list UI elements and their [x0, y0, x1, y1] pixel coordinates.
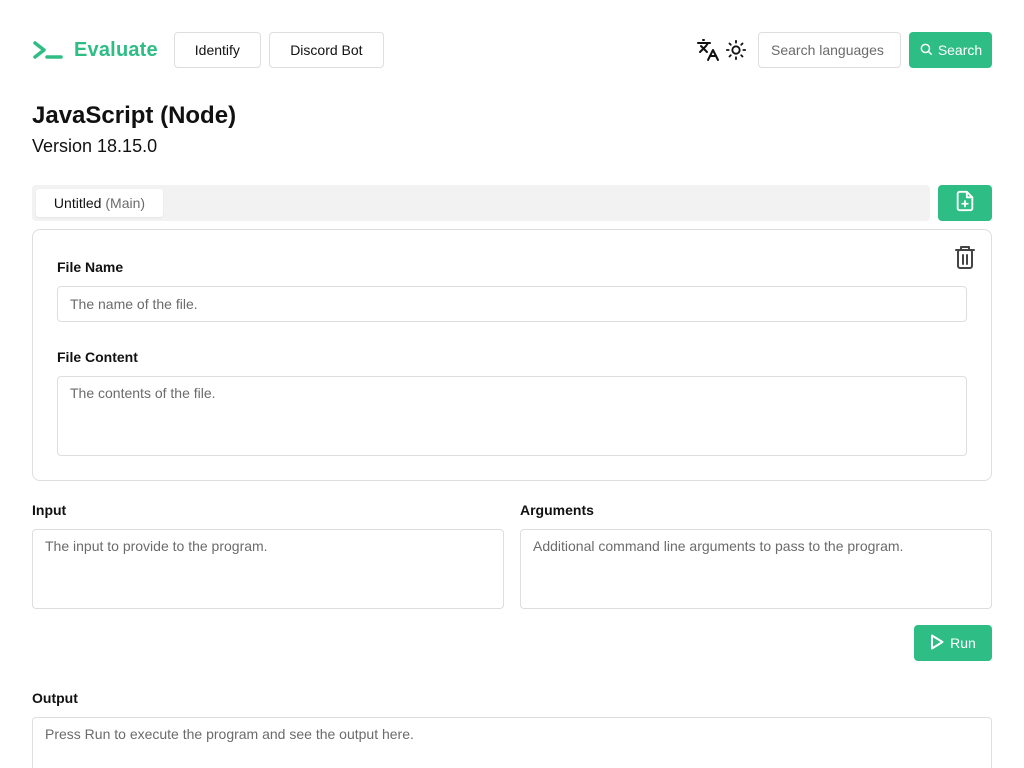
page: Evaluate Identify Discord Bot Search lan… [0, 0, 1024, 768]
page-title: JavaScript (Node) [32, 102, 237, 129]
run-button-label: Run [950, 635, 976, 651]
search-input[interactable] [758, 32, 901, 68]
file-editor-card: File Name File Content [32, 229, 992, 481]
brand-name: Evaluate [74, 38, 158, 61]
input-textarea[interactable] [32, 529, 504, 609]
file-plus-icon [954, 189, 976, 218]
header: Evaluate Identify Discord Bot Search [32, 32, 992, 68]
search-button-label: Search [937, 42, 983, 58]
output-label: Output [32, 690, 78, 706]
file-name-label: File Name [57, 259, 124, 275]
file-content-label: File Content [57, 349, 138, 365]
tab-untitled-main[interactable]: Untitled (Main) [36, 189, 163, 217]
file-name-input[interactable] [57, 286, 967, 322]
translate-icon[interactable] [694, 36, 722, 64]
discord-bot-button[interactable]: Discord Bot [268, 32, 384, 68]
file-tabs: Untitled (Main) [32, 185, 930, 221]
brand-link[interactable]: Evaluate [32, 39, 158, 62]
version-text: Version 18.15.0 [32, 136, 158, 156]
add-file-button[interactable] [938, 185, 992, 221]
sun-icon[interactable] [722, 36, 750, 64]
search-button[interactable]: Search [909, 32, 992, 68]
identify-button[interactable]: Identify [173, 32, 261, 68]
play-icon [930, 634, 944, 653]
run-button[interactable]: Run [914, 625, 992, 661]
arguments-label: Arguments [520, 502, 594, 518]
file-content-textarea[interactable] [57, 376, 967, 456]
tab-sublabel: (Main) [105, 195, 146, 211]
tab-label: Untitled [53, 195, 102, 211]
input-label: Input [32, 502, 67, 518]
trash-icon[interactable] [953, 244, 977, 275]
output-textarea[interactable] [32, 717, 992, 768]
terminal-logo-icon [32, 39, 64, 61]
arguments-textarea[interactable] [520, 529, 992, 609]
search-icon [919, 42, 933, 59]
